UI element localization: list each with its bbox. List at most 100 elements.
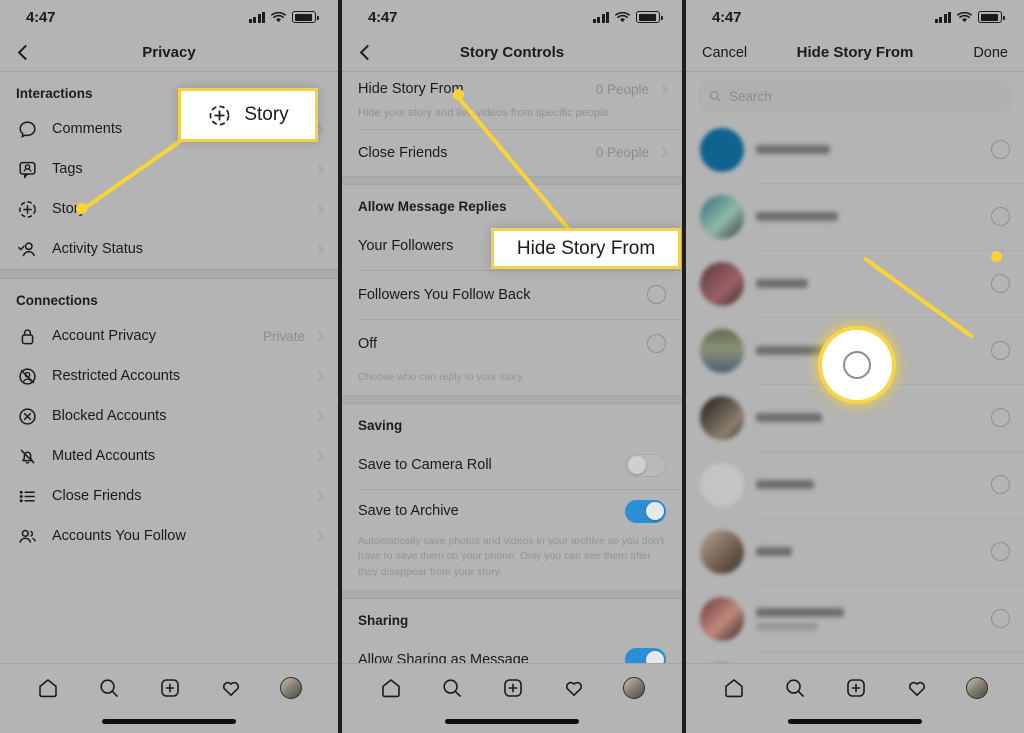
- tab-home[interactable]: [722, 676, 746, 700]
- highlight-radio-button[interactable]: [822, 330, 892, 400]
- option-off[interactable]: Off: [342, 320, 682, 368]
- tab-activity[interactable]: [562, 676, 586, 700]
- row-label: Comments: [52, 121, 123, 137]
- save-to-camera-roll-toggle[interactable]: [625, 453, 666, 477]
- tab-new-post[interactable]: [844, 676, 868, 700]
- status-time: 4:47: [26, 8, 56, 26]
- panel-privacy: 4:47 Privacy Interactions Comments Tags …: [0, 0, 338, 733]
- select-radio[interactable]: [991, 207, 1010, 226]
- replies-footnote: Choose who can reply to your story.: [358, 370, 525, 383]
- chevron-right-icon: [313, 244, 324, 254]
- callout-story: Story: [178, 88, 318, 142]
- avatar: [700, 328, 744, 373]
- tab-home[interactable]: [36, 676, 60, 700]
- cancel-button[interactable]: Cancel: [702, 45, 747, 61]
- status-time: 4:47: [712, 8, 742, 26]
- select-radio[interactable]: [991, 408, 1010, 427]
- section-title-saving: Saving: [358, 418, 403, 434]
- list-item[interactable]: [686, 518, 1024, 585]
- row-account-privacy[interactable]: Account Privacy Private: [0, 316, 338, 356]
- person-name: [756, 279, 808, 288]
- tab-activity[interactable]: [905, 676, 929, 700]
- radio-button[interactable]: [647, 285, 666, 305]
- comment-bubble-icon: [16, 118, 38, 140]
- list-item[interactable]: [686, 451, 1024, 518]
- save-to-archive-footnote: Automatically save photos and videos in …: [358, 535, 665, 578]
- status-icons: [592, 11, 663, 23]
- toggle-row-save-to-archive[interactable]: Save to Archive: [342, 490, 682, 532]
- home-indicator: [102, 719, 236, 724]
- chevron-left-icon[interactable]: [17, 44, 34, 61]
- chevron-right-icon: [657, 147, 668, 158]
- list-item[interactable]: [686, 116, 1024, 183]
- list-item[interactable]: [686, 250, 1024, 317]
- status-bar: 4:47: [342, 0, 682, 34]
- tab-search[interactable]: [440, 676, 464, 700]
- row-story[interactable]: Story: [0, 189, 338, 229]
- save-to-archive-toggle[interactable]: [625, 499, 666, 523]
- avatar: [700, 194, 744, 239]
- row-restricted-accounts[interactable]: Restricted Accounts: [0, 356, 338, 396]
- person-name: [756, 413, 822, 422]
- tab-bar: [342, 663, 682, 733]
- chevron-right-icon: [313, 411, 324, 421]
- chevron-right-icon: [313, 451, 324, 461]
- done-button[interactable]: Done: [973, 45, 1008, 61]
- select-radio[interactable]: [991, 609, 1010, 628]
- option-label: Your Followers: [358, 237, 454, 254]
- panel-hide-story-from: 4:47 Cancel Hide Story From Done Search: [686, 0, 1024, 733]
- row-label: Hide Story From: [358, 81, 464, 97]
- tab-home[interactable]: [379, 676, 403, 700]
- row-hide-story-from[interactable]: Hide Story From 0 People Hide your story…: [342, 72, 682, 129]
- row-label: Close Friends: [358, 144, 448, 161]
- status-icons: [934, 11, 1005, 23]
- row-blocked-accounts[interactable]: Blocked Accounts: [0, 396, 338, 436]
- toggle-row-save-to-camera-roll[interactable]: Save to Camera Roll: [342, 441, 682, 489]
- nav-bar-hide-story-from: Cancel Hide Story From Done: [686, 34, 1024, 72]
- annotation-dot-radio: [991, 251, 1002, 262]
- option-label: Off: [358, 335, 378, 352]
- avatar: [700, 261, 744, 306]
- tab-profile-avatar[interactable]: [965, 677, 988, 699]
- select-radio[interactable]: [991, 341, 1010, 360]
- radio-button[interactable]: [647, 334, 666, 354]
- row-close-friends[interactable]: Close Friends 0 People: [342, 130, 682, 176]
- chevron-right-icon: [313, 491, 324, 501]
- chevron-right-icon: [313, 331, 324, 341]
- nav-bar-privacy: Privacy: [0, 34, 338, 72]
- people-icon: [16, 525, 38, 547]
- select-radio[interactable]: [991, 475, 1010, 494]
- page-title: Privacy: [142, 44, 196, 61]
- panel-story-controls: 4:47 Story Controls Hide Story From 0 Pe…: [342, 0, 682, 733]
- row-muted-accounts[interactable]: Muted Accounts: [0, 436, 338, 476]
- search-input[interactable]: Search: [698, 81, 1012, 111]
- row-label: Tags: [52, 161, 83, 177]
- list-item[interactable]: [686, 183, 1024, 250]
- select-radio[interactable]: [991, 542, 1010, 561]
- option-followers-you-follow-back[interactable]: Followers You Follow Back: [342, 271, 682, 319]
- person-name: [756, 607, 844, 630]
- tab-profile-avatar[interactable]: [623, 677, 646, 699]
- status-bar: 4:47: [686, 0, 1024, 34]
- row-activity-status[interactable]: Activity Status: [0, 229, 338, 269]
- story-plus-icon: [207, 103, 232, 128]
- list-item[interactable]: [686, 585, 1024, 652]
- tab-search[interactable]: [783, 676, 807, 700]
- tab-bar: [686, 663, 1024, 733]
- tab-profile-avatar[interactable]: [279, 677, 302, 699]
- select-radio[interactable]: [843, 351, 871, 379]
- tab-activity[interactable]: [219, 676, 243, 700]
- tab-search[interactable]: [97, 676, 121, 700]
- chevron-left-icon[interactable]: [359, 44, 376, 61]
- restricted-icon: [16, 365, 38, 387]
- row-close-friends[interactable]: Close Friends: [0, 476, 338, 516]
- select-radio[interactable]: [991, 274, 1010, 293]
- row-accounts-you-follow[interactable]: Accounts You Follow: [0, 516, 338, 556]
- row-tags[interactable]: Tags: [0, 149, 338, 189]
- select-radio[interactable]: [991, 140, 1010, 159]
- row-label: Blocked Accounts: [52, 408, 167, 424]
- tab-new-post[interactable]: [158, 676, 182, 700]
- tab-new-post[interactable]: [501, 676, 525, 700]
- search-placeholder: Search: [729, 88, 772, 104]
- search-area: Search: [686, 72, 1024, 116]
